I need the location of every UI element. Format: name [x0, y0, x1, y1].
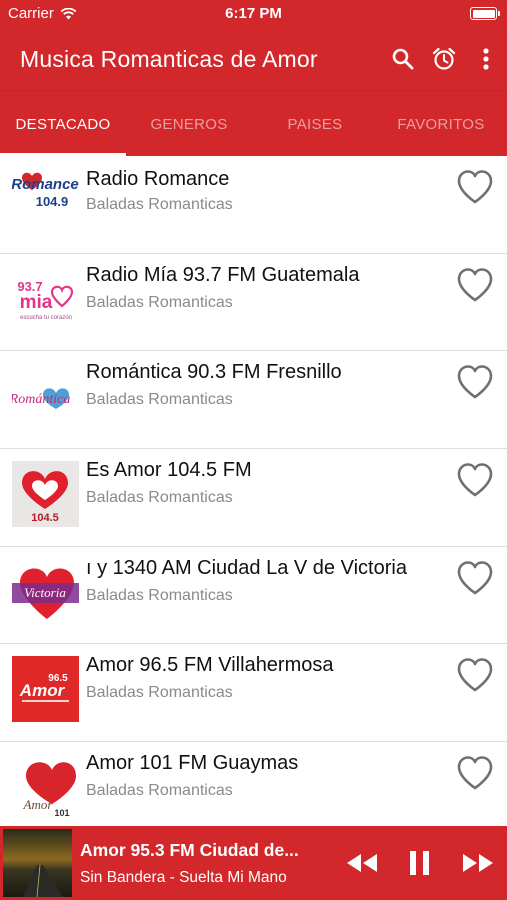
- station-name: Radio Romance: [86, 168, 230, 190]
- mini-player[interactable]: Amor 95.3 FM Ciudad de... Sin Bandera - …: [0, 826, 507, 900]
- logo-text: mia: [20, 292, 53, 313]
- album-art: [3, 829, 72, 897]
- logo-text: 101: [54, 808, 69, 818]
- station-name: Radio Mía 93.7 FM Guatemala: [86, 263, 360, 286]
- station-genre: Baladas Romanticas: [86, 196, 233, 213]
- now-playing-title: Amor 95.3 FM Ciudad de...: [80, 840, 299, 860]
- status-bar: Carrier 6:17 PM: [0, 0, 507, 30]
- station-logo: 96.5 Amor: [12, 656, 79, 723]
- tab-destacado[interactable]: DESTACADO: [0, 91, 126, 157]
- favorite-heart-icon[interactable]: [456, 169, 494, 205]
- alarm-clock-icon: [432, 47, 456, 70]
- logo-text: Romántica: [12, 392, 70, 407]
- station-genre: Baladas Romanticas: [86, 782, 233, 800]
- station-name: ı y 1340 AM Ciudad La V de Victoria: [86, 556, 407, 579]
- station-genre: Baladas Romanticas: [86, 684, 233, 702]
- station-list[interactable]: Romance 104.9 Radio Romance Baladas Roma…: [0, 156, 507, 826]
- more-options-button[interactable]: [471, 44, 501, 74]
- station-genre: Baladas Romanticas: [86, 489, 233, 507]
- favorite-heart-icon[interactable]: [456, 462, 494, 498]
- tab-paises[interactable]: PAISES: [252, 91, 378, 157]
- station-row[interactable]: Romance 104.9 Radio Romance Baladas Roma…: [0, 156, 507, 254]
- pause-icon: [410, 851, 429, 875]
- alarm-button[interactable]: [429, 44, 459, 74]
- station-logo: Romance 104.9: [12, 164, 79, 230]
- station-row[interactable]: 93.7 mia escucha tu corazón Radio Mía 93…: [0, 253, 507, 352]
- favorite-heart-icon[interactable]: [456, 755, 494, 791]
- status-time: 6:17 PM: [225, 5, 282, 22]
- tab-generos[interactable]: GENEROS: [126, 91, 252, 157]
- station-logo: Romántica: [12, 363, 79, 430]
- logo-text: Victoria: [24, 585, 66, 600]
- battery-icon: [470, 7, 500, 20]
- logo-text: Amor: [23, 797, 54, 812]
- station-genre: Baladas Romanticas: [86, 391, 233, 409]
- logo-text: Romance: [12, 176, 79, 193]
- tab-favoritos[interactable]: FAVORITOS: [378, 91, 504, 157]
- station-row[interactable]: Victoria ı y 1340 AM Ciudad La V de Vict…: [0, 546, 507, 645]
- search-icon: [392, 48, 414, 70]
- app-bar: Musica Romanticas de Amor: [0, 30, 507, 90]
- station-name: Romántica 90.3 FM Fresnillo: [86, 361, 342, 384]
- station-name: Es Amor 104.5 FM: [86, 459, 252, 482]
- fast-forward-button[interactable]: [460, 848, 496, 878]
- logo-text: 104.9: [36, 194, 69, 209]
- favorite-heart-icon[interactable]: [456, 267, 494, 303]
- app-title: Musica Romanticas de Amor: [20, 46, 318, 72]
- logo-text: escucha tu corazón: [20, 315, 72, 321]
- fast-forward-icon: [463, 854, 493, 872]
- favorite-heart-icon[interactable]: [456, 560, 494, 596]
- pause-button[interactable]: [405, 848, 435, 878]
- favorite-heart-icon[interactable]: [456, 657, 494, 693]
- station-logo: 93.7 mia escucha tu corazón: [12, 265, 79, 332]
- station-logo: 104.5: [12, 461, 79, 528]
- station-row[interactable]: Romántica Romántica 90.3 FM Fresnillo Ba…: [0, 351, 507, 450]
- category-tabs: DESTACADO GENEROS PAISES FAVORITOS: [0, 90, 507, 156]
- search-button[interactable]: [388, 44, 418, 74]
- more-vert-icon: [483, 48, 489, 70]
- logo-text: 104.5: [31, 512, 59, 524]
- rewind-icon: [347, 854, 377, 872]
- station-genre: Baladas Romanticas: [86, 586, 233, 604]
- station-row[interactable]: 96.5 Amor Amor 96.5 FM Villahermosa Bala…: [0, 644, 507, 743]
- now-playing-artist: Sin Bandera - Suelta Mi Mano: [80, 869, 287, 886]
- logo-text: Amor: [19, 681, 66, 700]
- rewind-button[interactable]: [344, 848, 380, 878]
- station-row[interactable]: 104.5 Es Amor 104.5 FM Baladas Romantica…: [0, 449, 507, 547]
- favorite-heart-icon[interactable]: [456, 364, 494, 400]
- station-genre: Baladas Romanticas: [86, 293, 233, 311]
- station-logo: Victoria: [12, 558, 79, 625]
- station-name: Amor 96.5 FM Villahermosa: [86, 654, 334, 677]
- station-logo: Amor 101: [12, 754, 79, 821]
- station-name: Amor 101 FM Guaymas: [86, 752, 299, 775]
- station-row[interactable]: Amor 101 Amor 101 FM Guaymas Baladas Rom…: [0, 742, 507, 826]
